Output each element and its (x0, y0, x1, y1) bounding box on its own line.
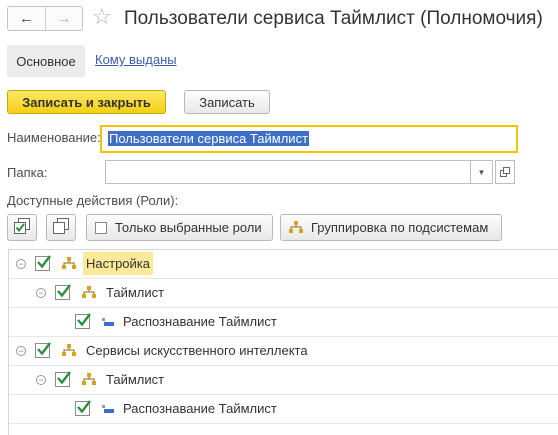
arrow-left-icon[interactable]: ← (8, 7, 45, 30)
hierarchy-icon (82, 373, 96, 385)
save-button[interactable]: Записать (184, 90, 270, 114)
role-icon (102, 318, 114, 326)
tree-item-label: Настройка (83, 252, 153, 275)
copy-icon (53, 218, 69, 237)
tab-main[interactable]: Основное (7, 45, 85, 77)
only-selected-roles-toggle[interactable]: Только выбранные роли (86, 214, 273, 241)
roles-tree: − Настройка − Таймлист Распознавание Тай… (8, 249, 558, 435)
group-by-subsystems-toggle[interactable]: Группировка по подсистемам (280, 214, 502, 241)
only-selected-label: Только выбранные роли (115, 220, 262, 235)
role-checkbox[interactable] (35, 342, 51, 358)
role-checkbox[interactable] (55, 284, 71, 300)
name-label: Наименование: (7, 130, 101, 145)
role-checkbox[interactable] (55, 371, 71, 387)
tree-item-label: Сервисы искусственного интеллекта (86, 343, 308, 358)
name-value: Пользователи сервиса Таймлист (108, 131, 310, 146)
tree-item-label: Распознавание Таймлист (123, 401, 277, 416)
uncheck-all-button[interactable] (46, 214, 76, 241)
tree-item-label: Распознавание Таймлист (123, 314, 277, 329)
tree-item-label: Таймлист (106, 372, 165, 387)
role-icon (102, 405, 114, 413)
check-all-icon (14, 218, 30, 237)
roles-label: Доступные действия (Роли): (7, 193, 179, 208)
navigation-group: ← → (7, 6, 83, 31)
save-and-close-button[interactable]: Записать и закрыть (7, 90, 166, 114)
hierarchy-icon (62, 344, 76, 356)
hierarchy-icon (82, 286, 96, 298)
role-checkbox[interactable] (35, 255, 51, 271)
folder-input[interactable] (105, 160, 471, 184)
checkbox-icon (95, 221, 107, 234)
tree-row[interactable]: − Сервисы искусственного интеллекта (9, 337, 558, 366)
open-icon[interactable] (495, 160, 515, 184)
role-checkbox[interactable] (75, 313, 91, 329)
group-by-label: Группировка по подсистемам (311, 220, 489, 235)
title-bar: ← → ☆ Пользователи сервиса Таймлист (Пол… (0, 0, 558, 40)
hierarchy-icon (289, 221, 303, 234)
collapse-icon[interactable]: − (16, 346, 26, 356)
star-icon[interactable]: ☆ (92, 6, 112, 28)
collapse-icon[interactable]: − (16, 259, 26, 269)
tab-issued-to[interactable]: Кому выданы (95, 52, 177, 67)
arrow-right-icon[interactable]: → (45, 7, 82, 30)
dropdown-icon[interactable]: ▼ (471, 160, 493, 184)
role-checkbox[interactable] (75, 400, 91, 416)
tree-row[interactable]: − Таймлист (9, 366, 558, 395)
page-title: Пользователи сервиса Таймлист (Полномочи… (124, 8, 543, 29)
hierarchy-icon (62, 257, 76, 269)
tree-row[interactable]: − Настройка (9, 250, 558, 279)
tree-row[interactable]: Распознавание Таймлист (9, 395, 558, 424)
folder-label: Папка: (7, 165, 48, 180)
name-input[interactable]: Пользователи сервиса Таймлист (100, 125, 518, 153)
collapse-icon[interactable]: − (36, 288, 46, 298)
check-all-button[interactable] (7, 214, 37, 241)
tree-row[interactable]: − Таймлист (9, 279, 558, 308)
tree-row[interactable]: Распознавание Таймлист (9, 308, 558, 337)
tree-item-label: Таймлист (106, 285, 165, 300)
collapse-icon[interactable]: − (36, 375, 46, 385)
